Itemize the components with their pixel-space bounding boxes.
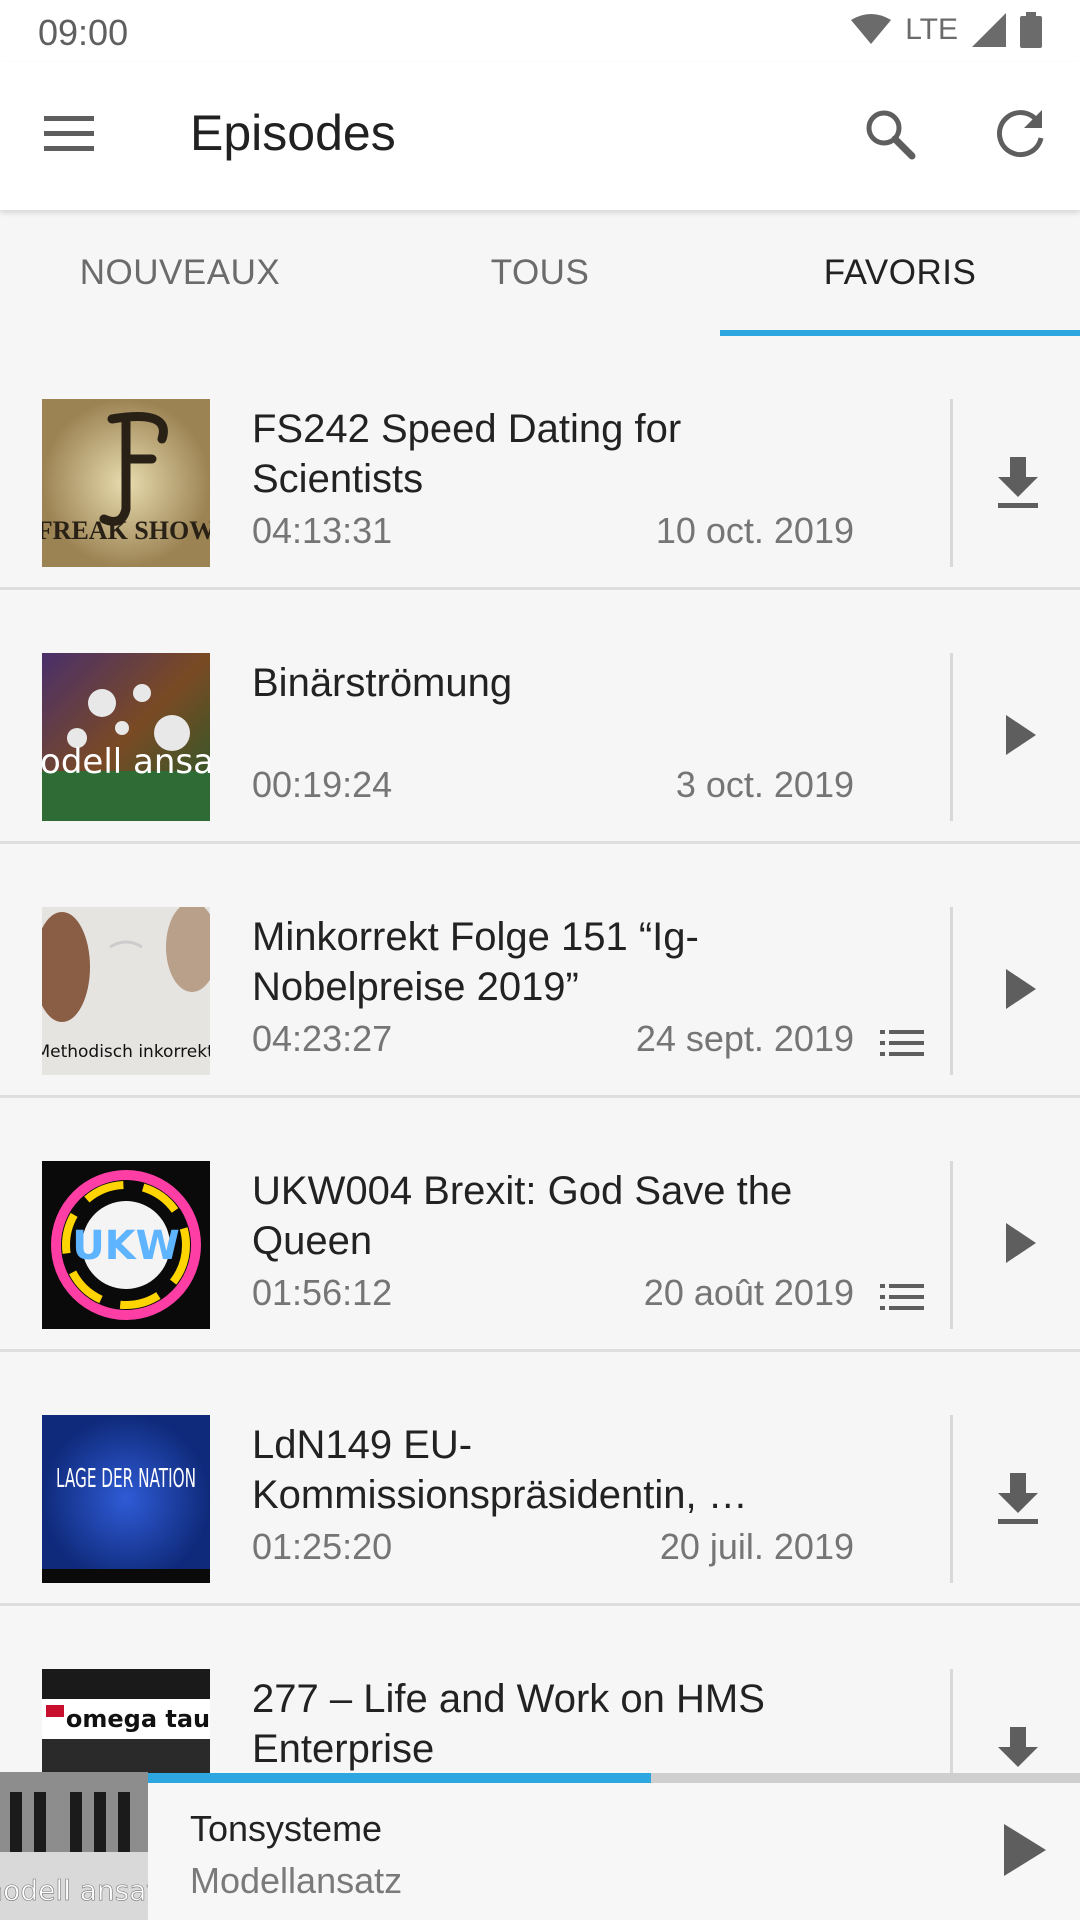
episode-title: Binärströmung xyxy=(252,661,513,705)
episode-date: 20 juil. 2019 xyxy=(659,1526,854,1567)
episode-date: 24 sept. 2019 xyxy=(635,1018,854,1059)
cover-text: modell ansatz xyxy=(0,1874,148,1907)
podcast-cover: FREAK SHOW xyxy=(42,399,210,567)
episode-title: FS242 Speed Dating for Scientists xyxy=(252,407,682,501)
episode-title: UKW004 Brexit: God Save the Queen xyxy=(252,1169,793,1263)
episode-row[interactable]: Methodisch inkorrekt! Minkorrekt Folge 1… xyxy=(0,844,1080,1098)
row-divider xyxy=(950,907,953,1075)
modellansatz-logo: modell ansatz xyxy=(42,653,210,821)
podcast-cover: UKW xyxy=(42,1161,210,1329)
episode-tabs: NOUVEAUX TOUS FAVORIS xyxy=(0,210,1080,336)
tab-tous[interactable]: TOUS xyxy=(360,210,720,336)
cover-text: FREAK SHOW xyxy=(42,516,210,545)
signal-icon xyxy=(972,13,1006,47)
page-title: Episodes xyxy=(190,105,396,161)
podcast-cover: Methodisch inkorrekt! xyxy=(42,907,210,1075)
play-icon[interactable] xyxy=(988,1213,1048,1273)
status-icons: LTE xyxy=(851,12,1042,48)
playback-progress-fill xyxy=(148,1773,652,1783)
episode-title: LdN149 EU-Kommissionspräsidentin, … xyxy=(252,1423,748,1517)
episode-duration: 01:25:20 xyxy=(252,1526,393,1567)
freakshow-logo: FREAK SHOW xyxy=(42,399,210,567)
lage-der-nation-logo: LAGE DER NATION xyxy=(42,1415,210,1583)
episode-title: Minkorrekt Folge 151 “Ig-Nobelpreise 201… xyxy=(252,915,699,1009)
network-label: LTE xyxy=(905,13,958,46)
wifi-icon xyxy=(851,14,892,44)
status-bar: 09:00 LTE xyxy=(0,0,1080,62)
episode-duration: 04:13:31 xyxy=(252,510,393,551)
episode-row[interactable]: modell ansatz Binärströmung 00:19:24 3 o… xyxy=(0,590,1080,844)
row-divider xyxy=(950,1415,953,1583)
episode-duration: 04:23:27 xyxy=(252,1018,393,1059)
episode-row[interactable]: UKW UKW004 Brexit: God Save the Queen 01… xyxy=(0,1098,1080,1352)
status-time: 09:00 xyxy=(38,12,129,53)
queue-list-icon xyxy=(880,1030,924,1056)
cover-text: omega tau xyxy=(66,1705,210,1733)
cover-text: modell ansatz xyxy=(42,742,210,782)
episode-row[interactable]: LAGE DER NATION LdN149 EU-Kommissionsprä… xyxy=(0,1352,1080,1606)
app-bar: Episodes xyxy=(0,62,1080,210)
play-icon[interactable] xyxy=(988,705,1048,765)
play-icon[interactable] xyxy=(990,1818,1054,1882)
episode-date: 3 oct. 2019 xyxy=(675,764,854,805)
episode-duration: 01:56:12 xyxy=(252,1272,393,1313)
episode-date: 10 oct. 2019 xyxy=(655,510,854,551)
cover-text: LAGE DER NATION xyxy=(56,1464,196,1494)
tab-favoris[interactable]: FAVORIS xyxy=(720,210,1080,336)
row-divider xyxy=(950,1161,953,1329)
player-cover: modell ansatz xyxy=(0,1772,148,1920)
episode-duration: 00:19:24 xyxy=(252,764,393,805)
now-playing-title: Tonsysteme xyxy=(190,1808,383,1849)
episode-date: 20 août 2019 xyxy=(643,1272,854,1313)
download-icon[interactable] xyxy=(988,451,1048,511)
download-icon[interactable] xyxy=(988,1467,1048,1527)
battery-icon xyxy=(1020,12,1042,48)
row-divider xyxy=(950,399,953,567)
podcast-cover: LAGE DER NATION xyxy=(42,1415,210,1583)
modellansatz-piano-cover: modell ansatz xyxy=(0,1772,148,1920)
now-playing-podcast: Modellansatz xyxy=(190,1860,403,1901)
tab-nouveaux[interactable]: NOUVEAUX xyxy=(0,210,360,336)
hamburger-menu-icon[interactable] xyxy=(42,110,98,158)
play-icon[interactable] xyxy=(988,959,1048,1019)
ukw-logo: UKW xyxy=(42,1161,210,1329)
podcast-cover: modell ansatz xyxy=(42,653,210,821)
refresh-icon[interactable] xyxy=(990,104,1050,164)
download-icon[interactable] xyxy=(988,1721,1048,1781)
cover-text: UKW xyxy=(72,1223,180,1269)
minkorrekt-logo: Methodisch inkorrekt! xyxy=(42,907,210,1075)
mini-player[interactable]: modell ansatz Tonsysteme Modellansatz xyxy=(0,1772,1080,1920)
cover-text: Methodisch inkorrekt! xyxy=(42,1042,210,1062)
row-divider xyxy=(950,653,953,821)
queue-list-icon xyxy=(880,1284,924,1310)
search-icon[interactable] xyxy=(860,104,920,164)
episode-row[interactable]: FREAK SHOW FS242 Speed Dating for Scient… xyxy=(0,336,1080,590)
episode-list: FREAK SHOW FS242 Speed Dating for Scient… xyxy=(0,336,1080,1860)
episode-title: 277 – Life and Work on HMS Enterprise xyxy=(252,1677,765,1771)
